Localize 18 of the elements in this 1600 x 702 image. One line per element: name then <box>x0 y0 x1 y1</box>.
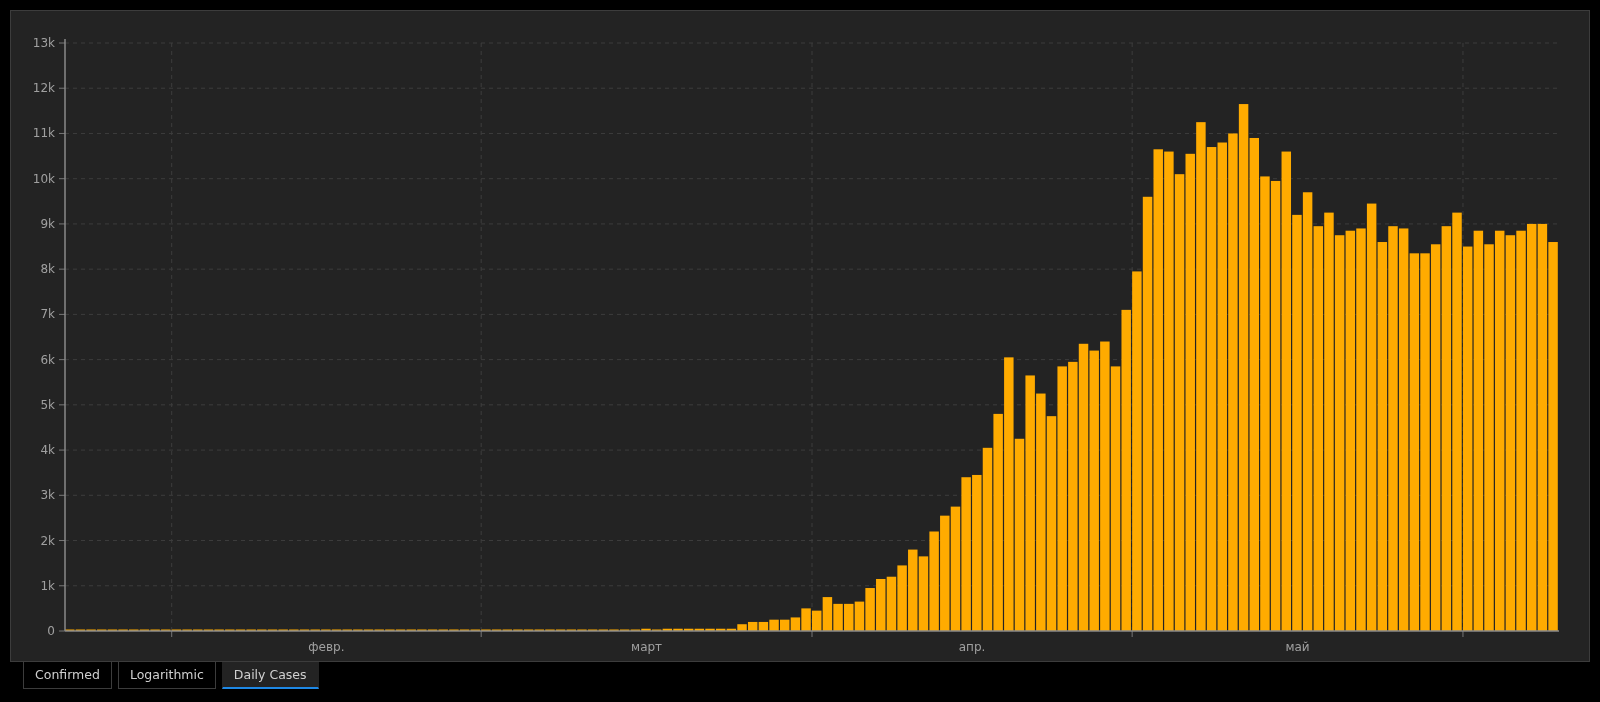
y-axis-label: 3k <box>40 488 55 503</box>
y-axis-label: 13k <box>32 36 55 50</box>
y-axis-label: 2k <box>40 533 55 548</box>
y-axis-label: 11k <box>32 126 55 141</box>
y-axis-label: 0 <box>47 624 55 638</box>
y-axis-label: 6k <box>40 352 55 367</box>
x-axis-label: май <box>1285 640 1310 654</box>
x-axis-label: февр. <box>308 640 345 654</box>
y-axis-label: 9k <box>40 216 55 231</box>
y-axis-label: 5k <box>40 397 55 412</box>
y-axis-label: 1k <box>40 578 55 593</box>
x-axis-label: апр. <box>958 640 986 654</box>
y-axis-label: 10k <box>32 171 55 186</box>
y-axis-label: 12k <box>32 81 55 96</box>
y-axis-label: 8k <box>40 262 55 277</box>
y-axis-label: 7k <box>40 307 55 322</box>
x-axis-label: март <box>631 640 663 654</box>
y-axis-label: 4k <box>40 443 55 458</box>
